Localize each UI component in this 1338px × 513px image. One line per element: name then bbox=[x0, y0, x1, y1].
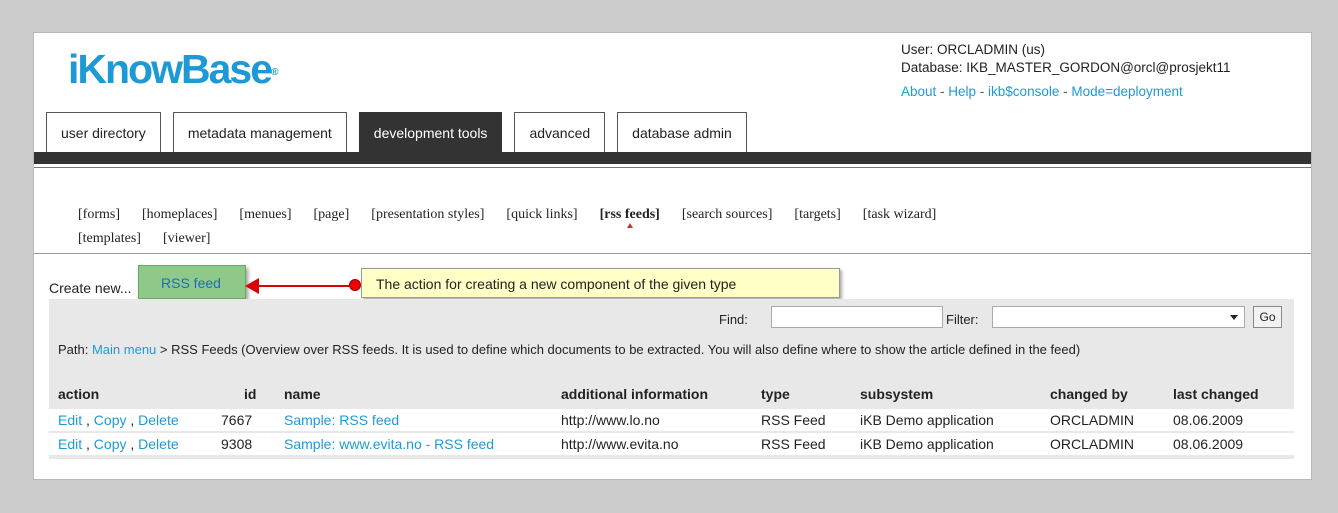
filter-label: Filter: bbox=[946, 312, 979, 327]
tab-metadata-management[interactable]: metadata management bbox=[172, 112, 347, 152]
filter-select[interactable] bbox=[992, 306, 1245, 328]
row-id: 9308 bbox=[221, 436, 253, 452]
submenu-viewer[interactable]: [viewer] bbox=[163, 227, 210, 251]
submenu-templates[interactable]: [templates] bbox=[78, 227, 141, 251]
database-line: Database: IKB_MASTER_GORDON@orcl@prosjek… bbox=[901, 60, 1231, 75]
submenu-homeplaces[interactable]: [homeplaces] bbox=[142, 203, 217, 227]
divider bbox=[34, 167, 1311, 168]
row-changed-by: ORCLADMIN bbox=[1050, 436, 1135, 452]
row-name-link[interactable]: Sample: RSS feed bbox=[284, 409, 399, 431]
main-menu-link[interactable]: Main menu bbox=[92, 342, 156, 357]
column-header-type: type bbox=[761, 386, 790, 402]
submenu-search-sources[interactable]: [search sources] bbox=[682, 203, 773, 227]
row-last-changed: 08.06.2009 bbox=[1173, 436, 1244, 452]
submenu-task-wizard[interactable]: [task wizard] bbox=[863, 203, 936, 227]
submenu-quick-links[interactable]: [quick links] bbox=[506, 203, 577, 227]
callout-tooltip: The action for creating a new component … bbox=[361, 268, 840, 298]
create-rss-feed-button[interactable]: RSS feed bbox=[138, 265, 246, 299]
tab-database-admin[interactable]: database admin bbox=[617, 112, 747, 152]
console-link[interactable]: ikb$console bbox=[988, 84, 1059, 99]
submenu-page[interactable]: [page] bbox=[314, 203, 350, 227]
column-header-changed-by: changed by bbox=[1050, 386, 1128, 402]
edit-link[interactable]: Edit bbox=[58, 436, 82, 452]
user-line: User: ORCLADMIN (us) bbox=[901, 42, 1046, 57]
about-link[interactable]: About bbox=[901, 84, 936, 99]
row-subsystem: iKB Demo application bbox=[860, 412, 994, 428]
table-row: Edit , Copy , Delete 7667 Sample: RSS fe… bbox=[49, 409, 1294, 431]
tab-advanced[interactable]: advanced bbox=[514, 112, 606, 152]
find-input[interactable] bbox=[771, 306, 943, 328]
row-type: RSS Feed bbox=[761, 436, 826, 452]
help-link[interactable]: Help bbox=[948, 84, 976, 99]
delete-link[interactable]: Delete bbox=[138, 436, 178, 452]
row-name-link[interactable]: Sample: www.evita.no - RSS feed bbox=[284, 433, 494, 455]
tab-bar-underline bbox=[34, 152, 1311, 164]
submenu-targets[interactable]: [targets] bbox=[794, 203, 840, 227]
tab-user-directory[interactable]: user directory bbox=[46, 112, 161, 152]
delete-link[interactable]: Delete bbox=[138, 412, 178, 428]
submenu-menues[interactable]: [menues] bbox=[239, 203, 291, 227]
table-row: Edit , Copy , Delete 9308 Sample: www.ev… bbox=[49, 433, 1294, 455]
column-header-action: action bbox=[58, 386, 100, 402]
go-button[interactable]: Go bbox=[1253, 306, 1282, 328]
submenu-rss-feeds[interactable]: [rss feeds] bbox=[600, 203, 660, 228]
row-info: http://www.lo.no bbox=[561, 412, 660, 428]
column-header-id: id bbox=[244, 386, 257, 402]
callout-arrow-line bbox=[255, 285, 355, 287]
column-header-name: name bbox=[284, 386, 321, 402]
row-subsystem: iKB Demo application bbox=[860, 436, 994, 452]
column-header-subsystem: subsystem bbox=[860, 386, 934, 402]
main-tabs: user directory metadata management devel… bbox=[46, 112, 747, 152]
iknowbase-logo: iKnowBase® bbox=[68, 46, 279, 92]
find-label: Find: bbox=[719, 312, 748, 327]
breadcrumb: Path: Main menu > RSS Feeds (Overview ov… bbox=[58, 342, 1081, 357]
mode-link[interactable]: Mode=deployment bbox=[1071, 84, 1182, 99]
column-header-last-changed: last changed bbox=[1173, 386, 1259, 402]
edit-link[interactable]: Edit bbox=[58, 412, 82, 428]
submenu-forms[interactable]: [forms] bbox=[78, 203, 120, 227]
page-panel: iKnowBase® User: ORCLADMIN (us) Database… bbox=[33, 32, 1312, 480]
copy-link[interactable]: Copy bbox=[94, 436, 127, 452]
header-links: About - Help - ikb$console - Mode=deploy… bbox=[901, 84, 1183, 99]
tab-development-tools[interactable]: development tools bbox=[358, 112, 503, 152]
callout-dot bbox=[349, 279, 361, 291]
row-last-changed: 08.06.2009 bbox=[1173, 412, 1244, 428]
row-info: http://www.evita.no bbox=[561, 436, 679, 452]
chevron-down-icon bbox=[1230, 315, 1238, 320]
row-id: 7667 bbox=[221, 412, 253, 428]
row-changed-by: ORCLADMIN bbox=[1050, 412, 1135, 428]
row-type: RSS Feed bbox=[761, 412, 826, 428]
submenu-presentation-styles[interactable]: [presentation styles] bbox=[371, 203, 484, 227]
user-info: User: ORCLADMIN (us) Database: IKB_MASTE… bbox=[901, 41, 1231, 101]
copy-link[interactable]: Copy bbox=[94, 412, 127, 428]
create-new-label: Create new... bbox=[49, 280, 132, 296]
divider bbox=[34, 253, 1311, 254]
submenu: [forms] [homeplaces] [menues] [page] [presen… bbox=[78, 203, 1228, 251]
column-header-additional-information: additional information bbox=[561, 386, 708, 402]
